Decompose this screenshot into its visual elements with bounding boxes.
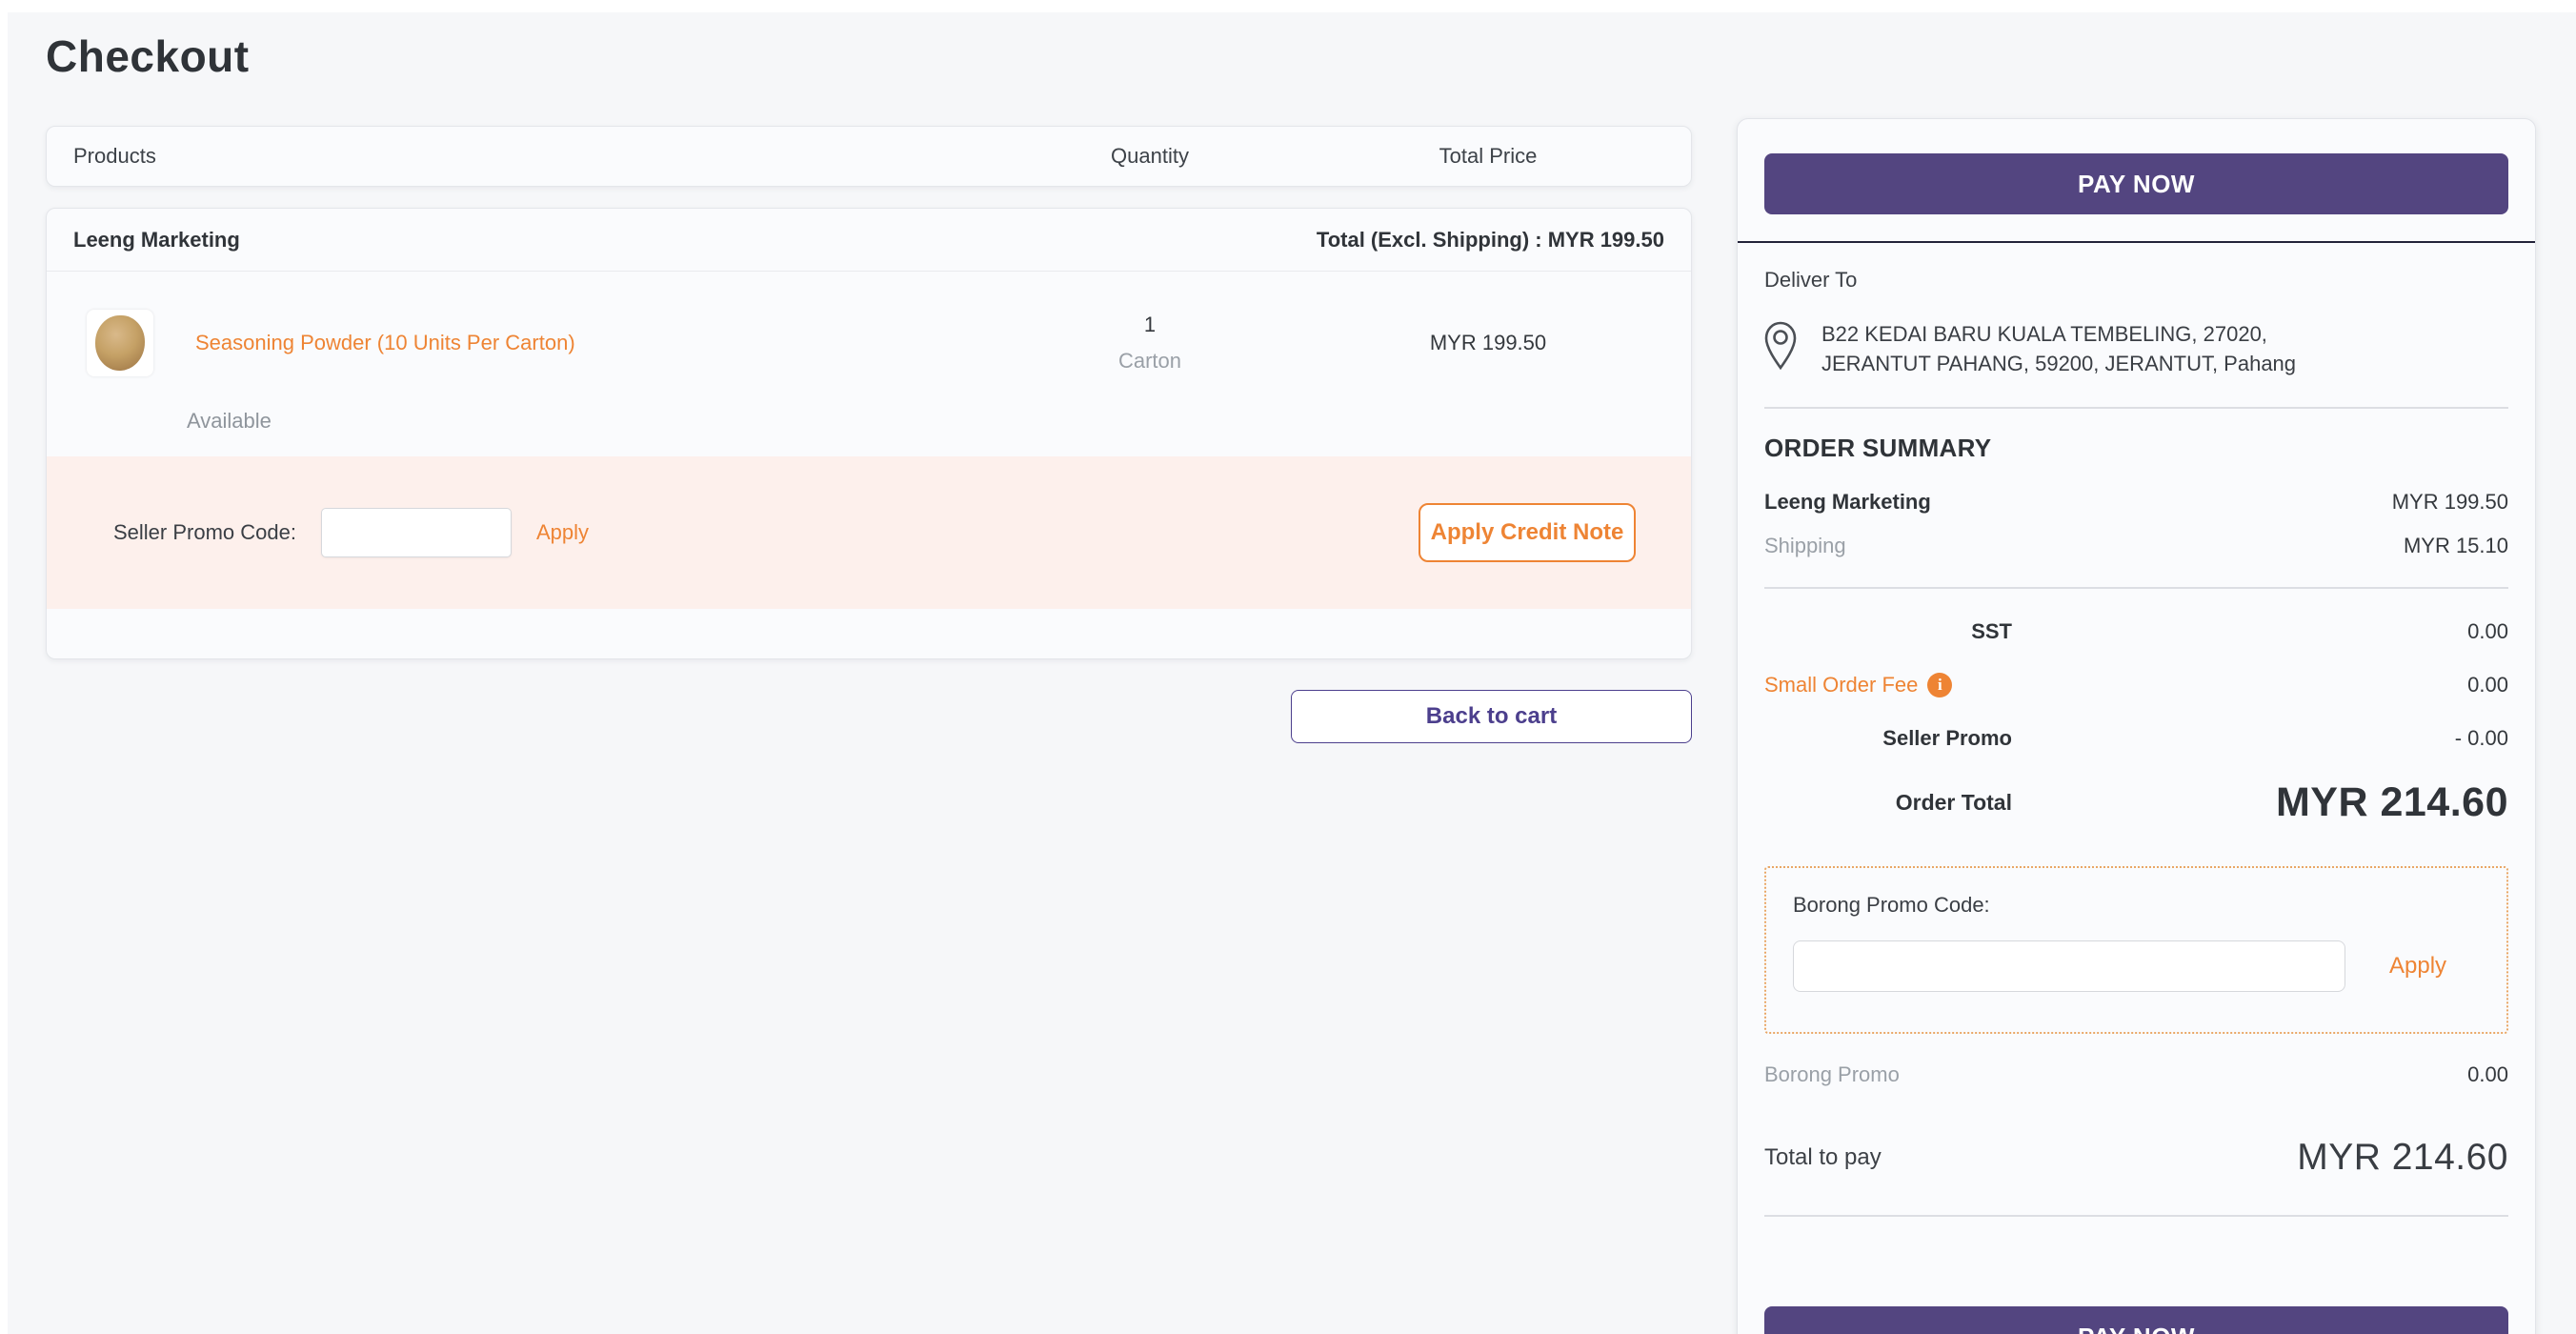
column-header-quantity: Quantity <box>988 144 1312 169</box>
seller-promo-apply-link[interactable]: Apply <box>536 520 589 545</box>
seller-promo-band: Seller Promo Code: Apply Apply Credit No… <box>47 456 1691 609</box>
borong-promo-code-input[interactable] <box>1793 940 2345 992</box>
delivery-address: B22 KEDAI BARU KUALA TEMBELING, 27020, J… <box>1821 319 2296 378</box>
location-pin-icon <box>1764 321 1797 371</box>
order-summary-title: ORDER SUMMARY <box>1738 409 2535 463</box>
seller-promo-row: Seller Promo - 0.00 <box>1764 726 2508 751</box>
back-to-cart-row: Back to cart <box>46 690 1692 743</box>
item-total-price: MYR 199.50 <box>1312 331 1664 355</box>
merchant-subtotal-value: MYR 199.50 <box>2392 490 2508 515</box>
back-to-cart-button[interactable]: Back to cart <box>1291 690 1692 743</box>
address-line-2: JERANTUT PAHANG, 59200, JERANTUT, Pahang <box>1821 349 2296 378</box>
seasoning-powder-image-blob <box>95 315 145 371</box>
merchant-amount-rows: Leeng Marketing MYR 199.50 Shipping MYR … <box>1738 463 2535 558</box>
column-header-products: Products <box>73 144 988 169</box>
borong-promo-label: Borong Promo <box>1764 1062 1900 1087</box>
order-summary-panel: PAY NOW Deliver To B22 KEDAI BARU KUALA … <box>1737 118 2536 1334</box>
merchant-subtotal-row: Leeng Marketing MYR 199.50 <box>1764 490 2508 515</box>
deliver-to-label: Deliver To <box>1764 268 2508 293</box>
product-image[interactable] <box>87 310 153 376</box>
sst-label: SST <box>1764 619 2012 644</box>
pay-now-top-wrap: PAY NOW <box>1738 119 2535 241</box>
seller-promo-label: Seller Promo <box>1764 726 2012 751</box>
products-table-header: Products Quantity Total Price <box>46 126 1692 187</box>
borong-promo-apply-link[interactable]: Apply <box>2389 953 2446 980</box>
divider <box>1764 1215 2508 1217</box>
seller-promo-code-input[interactable] <box>321 508 512 557</box>
seller-promo-code-label: Seller Promo Code: <box>113 520 296 545</box>
info-icon[interactable]: i <box>1927 673 1952 697</box>
shipping-value: MYR 15.10 <box>2404 534 2508 558</box>
product-name-link[interactable]: Seasoning Powder (10 Units Per Carton) <box>195 331 575 355</box>
borong-promo-code-label: Borong Promo Code: <box>1793 893 2480 918</box>
small-order-fee-label: Small Order Fee i <box>1764 673 2012 697</box>
borong-promo-row: Borong Promo 0.00 <box>1738 1034 2535 1087</box>
product-section: Seasoning Powder (10 Units Per Carton) 1… <box>47 272 1691 456</box>
sst-value: 0.00 <box>2467 619 2508 644</box>
total-to-pay-label: Total to pay <box>1764 1144 1882 1171</box>
availability-status: Available <box>187 409 1664 434</box>
order-total-label: Order Total <box>1764 790 2012 816</box>
borong-promo-value: 0.00 <box>2467 1062 2508 1087</box>
total-to-pay-row: Total to pay MYR 214.60 <box>1738 1087 2535 1179</box>
total-to-pay-value: MYR 214.60 <box>2297 1137 2508 1179</box>
small-order-fee-text: Small Order Fee <box>1764 673 1918 697</box>
product-main-cell: Seasoning Powder (10 Units Per Carton) <box>73 310 988 376</box>
order-total-row: Order Total MYR 214.60 <box>1764 779 2508 826</box>
page-title: Checkout <box>46 30 250 82</box>
borong-promo-input-row: Apply <box>1793 940 2480 992</box>
shipping-label: Shipping <box>1764 534 1846 558</box>
seller-name: Leeng Marketing <box>73 228 240 253</box>
seller-products-card: Leeng Marketing Total (Excl. Shipping) :… <box>46 208 1692 659</box>
checkout-main-column: Products Quantity Total Price Leeng Mark… <box>46 126 1692 743</box>
apply-credit-note-button[interactable]: Apply Credit Note <box>1419 503 1636 562</box>
address-line-1: B22 KEDAI BARU KUALA TEMBELING, 27020, <box>1821 319 2296 349</box>
seller-subtotal: Total (Excl. Shipping) : MYR 199.50 <box>1317 228 1664 253</box>
top-whitespace-strip <box>0 0 2576 12</box>
small-order-fee-value: 0.00 <box>2467 673 2508 697</box>
column-header-total-price: Total Price <box>1312 144 1664 169</box>
order-total-value: MYR 214.60 <box>2276 779 2508 826</box>
fees-rows: SST 0.00 Small Order Fee i 0.00 Seller P… <box>1738 589 2535 826</box>
seller-promo-value: - 0.00 <box>2455 726 2508 751</box>
small-order-fee-row: Small Order Fee i 0.00 <box>1764 673 2508 697</box>
quantity-cell: 1 Carton <box>988 313 1312 374</box>
delivery-address-row: B22 KEDAI BARU KUALA TEMBELING, 27020, J… <box>1764 319 2508 378</box>
borong-promo-box: Borong Promo Code: Apply <box>1764 866 2508 1034</box>
pay-now-button-top[interactable]: PAY NOW <box>1764 153 2508 214</box>
product-row: Seasoning Powder (10 Units Per Carton) 1… <box>73 310 1664 376</box>
deliver-to-section: Deliver To B22 KEDAI BARU KUALA TEMBELIN… <box>1738 243 2535 378</box>
merchant-name: Leeng Marketing <box>1764 490 1931 515</box>
quantity-value: 1 <box>988 313 1312 337</box>
pay-now-button-bottom[interactable]: PAY NOW <box>1764 1306 2508 1334</box>
pay-now-bottom-wrap: PAY NOW <box>1738 1306 2535 1334</box>
shipping-row: Shipping MYR 15.10 <box>1764 534 2508 558</box>
left-whitespace-strip <box>0 0 8 1334</box>
seller-card-header: Leeng Marketing Total (Excl. Shipping) :… <box>47 209 1691 272</box>
quantity-unit: Carton <box>988 349 1312 374</box>
products-card-footer <box>47 609 1691 658</box>
sst-row: SST 0.00 <box>1764 619 2508 644</box>
